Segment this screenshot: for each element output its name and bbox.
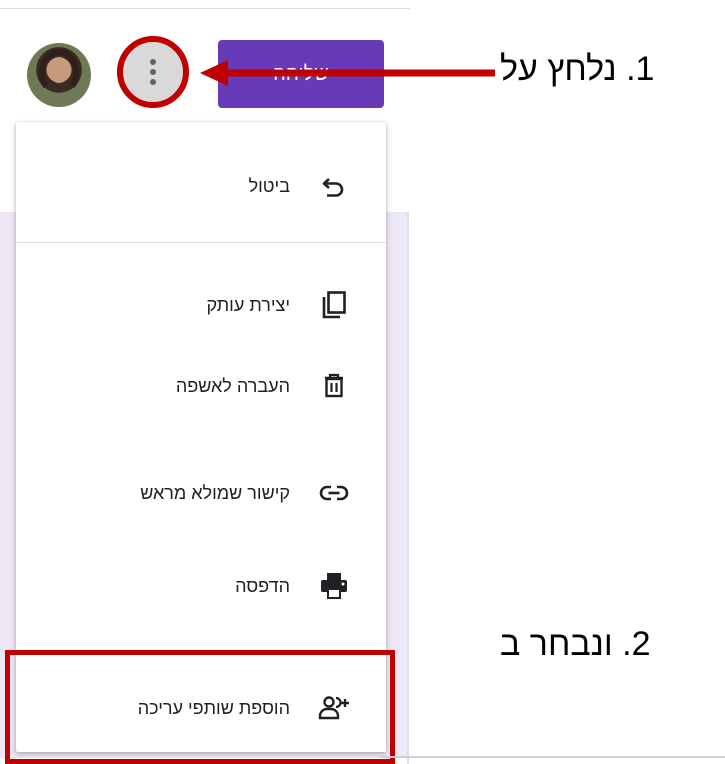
undo-icon [322,178,344,197]
menu-item-undo[interactable]: ביטול [16,156,386,216]
menu-item-print[interactable]: הדפסה [16,556,386,616]
header-divider [0,8,410,9]
send-button-label: שליחה [273,62,329,85]
menu-divider [16,242,386,243]
menu-item-label: יצירת עותק [206,295,290,315]
page-bottom-line [380,756,725,758]
menu-item-prefilled-link[interactable]: קישור שמולא מראש [16,463,386,523]
link-icon [319,485,349,501]
trash-icon [325,373,343,398]
highlight-box [5,650,395,764]
copy-icon [322,291,346,319]
editor-edge [407,212,409,764]
menu-item-label: הדפסה [235,576,290,596]
more-options-button[interactable] [117,36,189,108]
avatar[interactable] [27,43,91,107]
more-dot [150,79,156,85]
more-dot [150,69,156,75]
avatar-face [48,57,70,83]
send-button[interactable]: שליחה [218,40,384,108]
menu-item-label: קישור שמולא מראש [140,483,290,503]
menu-item-move-to-trash[interactable]: העברה לאשפה [16,356,386,416]
menu-item-label: העברה לאשפה [175,376,290,396]
more-dot [150,59,156,65]
step-2-label: 2. ונבחר ב [500,625,651,663]
menu-item-make-copy[interactable]: יצירת עותק [16,275,386,335]
step-1-label: 1. נלחץ על [500,50,655,88]
menu-item-label: ביטול [248,176,290,196]
print-icon [321,573,347,599]
forms-editor: שליחה ביטול יצירת עותק העברה לאשפה קישור… [0,0,410,764]
